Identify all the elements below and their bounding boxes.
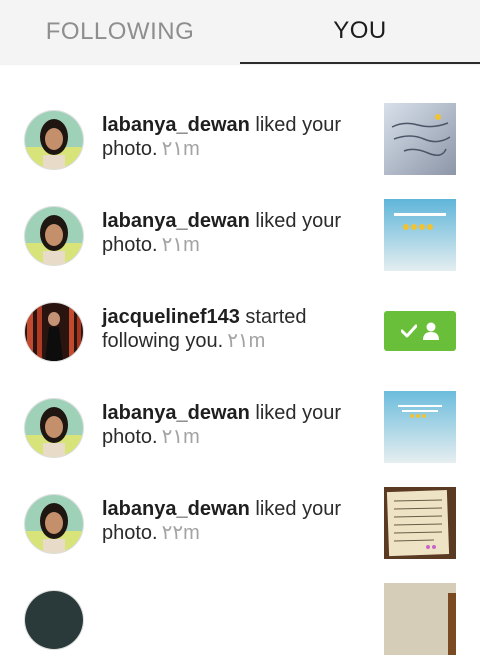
- list-item[interactable]: labanya_dewan liked your photo. ٢٢m: [0, 476, 480, 572]
- list-item[interactable]: labanya_dewan liked your photo. ٢١m: [0, 380, 480, 476]
- timestamp: ٢٢m: [161, 522, 200, 544]
- tab-following[interactable]: FOLLOWING: [0, 0, 240, 64]
- avatar[interactable]: [24, 110, 84, 170]
- photo-thumbnail[interactable]: [384, 199, 456, 271]
- notification-text: jacquelinef143 started following you. ٢١m: [102, 305, 367, 353]
- timestamp: ٢١m: [161, 234, 200, 256]
- avatar[interactable]: [24, 398, 84, 458]
- list-item[interactable]: labanya_dewan liked your photo. ٢١m: [0, 188, 480, 284]
- photo-thumbnail[interactable]: [384, 391, 456, 463]
- username-link[interactable]: labanya_dewan: [102, 114, 250, 136]
- username-link[interactable]: jacquelinef143: [102, 306, 240, 328]
- username-link[interactable]: labanya_dewan: [102, 498, 250, 520]
- list-item-partial-bottom[interactable]: [0, 572, 480, 668]
- person-icon: [423, 322, 439, 340]
- notification-text: labanya_dewan liked your photo. ٢١m: [102, 401, 367, 449]
- list-item[interactable]: labanya_dewan liked your photo. ٢١m: [0, 92, 480, 188]
- timestamp: ٢١m: [161, 426, 200, 448]
- notification-text: labanya_dewan liked your photo. ٢٢m: [102, 497, 367, 545]
- timestamp: ٢١m: [161, 138, 200, 160]
- list-item[interactable]: jacquelinef143 started following you. ٢١m: [0, 284, 480, 380]
- notification-text: labanya_dewan liked your photo. ٢١m: [102, 209, 367, 257]
- avatar[interactable]: [24, 206, 84, 266]
- username-link[interactable]: labanya_dewan: [102, 402, 250, 424]
- notification-text: labanya_dewan liked your photo. ٢١m: [102, 113, 367, 161]
- avatar[interactable]: [24, 590, 84, 650]
- photo-thumbnail[interactable]: [384, 487, 456, 559]
- username-link[interactable]: labanya_dewan: [102, 210, 250, 232]
- follow-back-button[interactable]: [384, 311, 456, 351]
- photo-thumbnail[interactable]: [384, 103, 456, 175]
- avatar[interactable]: [24, 494, 84, 554]
- avatar[interactable]: [24, 302, 84, 362]
- checkmark-icon: [401, 324, 417, 338]
- activity-tabs: FOLLOWING YOU: [0, 0, 480, 64]
- timestamp: ٢١m: [227, 330, 266, 352]
- tab-you[interactable]: YOU: [240, 0, 480, 64]
